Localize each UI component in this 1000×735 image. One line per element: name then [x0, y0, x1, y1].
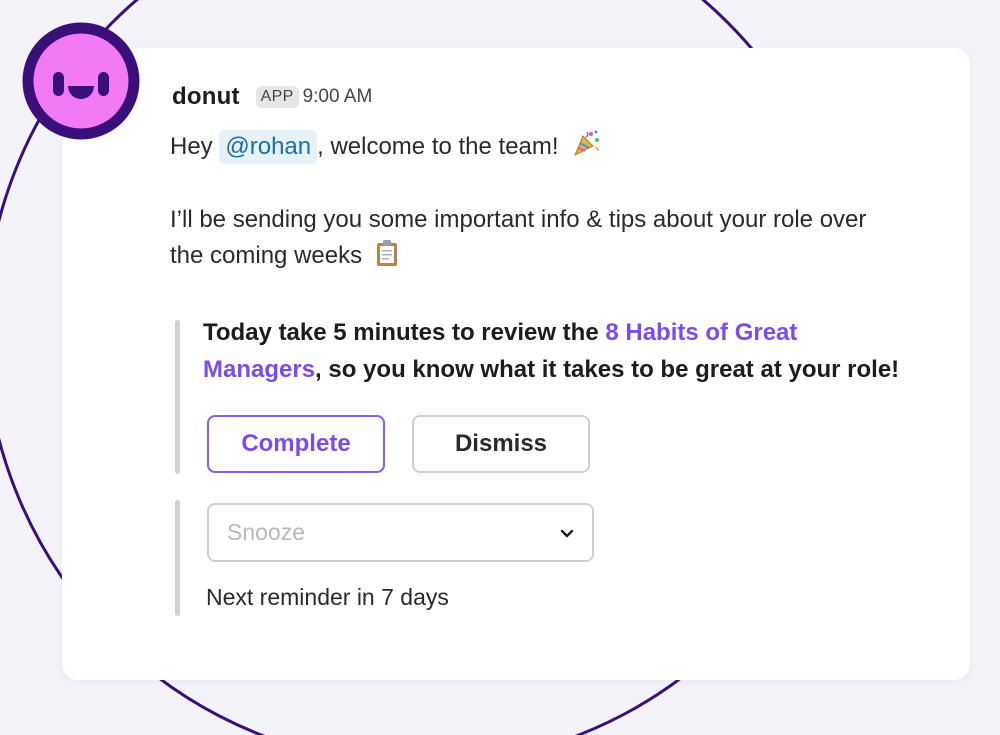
donut-avatar [22, 22, 140, 140]
message-timestamp[interactable]: 9:00 AM [303, 86, 373, 108]
snooze-placeholder: Snooze [227, 519, 306, 545]
greeting-suffix: , welcome to the team! [317, 133, 559, 160]
attachment-bar-snooze [175, 500, 180, 616]
tip-text: Today take 5 minutes to review the 8 Hab… [203, 314, 943, 388]
clipboard-icon [376, 240, 397, 266]
complete-button[interactable]: Complete [207, 415, 385, 473]
greeting-line: Hey @rohan, welcome to the team! [170, 128, 601, 164]
tip-prefix: Today take 5 minutes to review the [203, 319, 606, 346]
tip-line-1: Today take 5 minutes to review the 8 Hab… [203, 314, 943, 351]
info-line-2: the coming weeks [170, 242, 363, 269]
party-popper-icon [574, 130, 600, 157]
info-paragraph: I’ll be sending you some important info … [170, 202, 866, 274]
app-badge: APP [255, 86, 299, 108]
dismiss-button[interactable]: Dismiss [412, 415, 590, 473]
habits-link-continued[interactable]: Managers [203, 356, 315, 383]
attachment-bar-tip [175, 320, 180, 474]
info-line-1: I’ll be sending you some important info … [170, 206, 867, 233]
tip-line-2: Managers, so you know what it takes to b… [203, 351, 943, 388]
message-header: donut APP 9:00 AM [172, 82, 372, 112]
greeting-prefix: Hey [170, 133, 213, 160]
tip-suffix: , so you know what it takes to be great … [315, 356, 900, 383]
habits-link[interactable]: 8 Habits of Great [605, 319, 797, 346]
next-reminder-text: Next reminder in 7 days [206, 584, 449, 610]
user-mention[interactable]: @rohan [219, 130, 318, 164]
snooze-select[interactable]: Snooze [207, 503, 594, 562]
sender-name[interactable]: donut [172, 83, 240, 111]
chevron-down-icon [560, 529, 574, 538]
info-line-2-wrap: the coming weeks [170, 238, 866, 274]
